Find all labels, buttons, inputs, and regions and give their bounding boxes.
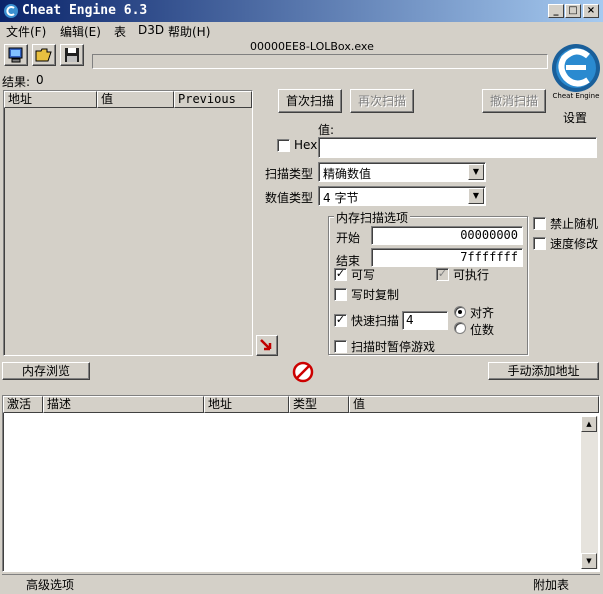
advanced-options-link[interactable]: 高级选项 <box>26 576 74 593</box>
speedhack-label: 速度修改 <box>550 237 599 251</box>
align-label: 对齐 <box>470 306 495 320</box>
column-address[interactable]: 地址 <box>4 91 97 108</box>
column-type[interactable]: 类型 <box>289 396 349 413</box>
writable-checkbox[interactable]: ✓ <box>334 268 347 281</box>
folder-open-icon <box>35 48 52 62</box>
scan-type-label: 扫描类型 <box>265 167 314 181</box>
save-button[interactable] <box>60 44 84 66</box>
logo-text: Cheat Engine <box>553 92 600 100</box>
memory-scan-options-title: 内存扫描选项 <box>334 209 411 226</box>
floppy-disk-icon <box>65 48 79 62</box>
close-button[interactable]: × <box>583 4 599 18</box>
computer-icon <box>8 47 23 63</box>
settings-label[interactable]: 设置 <box>563 109 587 126</box>
add-selected-to-list-button[interactable] <box>256 335 278 356</box>
first-scan-button[interactable]: 首次扫描 <box>278 89 342 113</box>
cheat-engine-logo[interactable]: Cheat Engine <box>550 38 602 104</box>
writable-label: 可写 <box>351 268 376 282</box>
chevron-down-icon[interactable]: ▼ <box>468 164 484 180</box>
hex-checkbox[interactable] <box>277 139 290 152</box>
vertical-scrollbar[interactable]: ▲ ▼ <box>581 416 598 569</box>
column-active[interactable]: 激活 <box>3 396 43 413</box>
results-count: 0 <box>36 73 44 87</box>
memory-view-button[interactable]: 内存浏览 <box>2 362 90 380</box>
menu-help[interactable]: 帮助(H) <box>168 23 210 40</box>
add-address-manually-button[interactable]: 手动添加地址 <box>488 362 599 380</box>
copy-on-write-checkbox[interactable] <box>334 288 347 301</box>
title-bar: Cheat Engine 6.3 _ □ × <box>0 0 603 22</box>
menu-d3d[interactable]: D3D <box>138 23 164 37</box>
disable-random-checkbox[interactable] <box>533 217 546 230</box>
clear-list-icon[interactable] <box>292 361 314 383</box>
process-name: 00000EE8-LOLBox.exe <box>250 40 374 53</box>
status-bar: 高级选项 附加表 <box>2 574 600 592</box>
open-file-button[interactable] <box>32 44 56 66</box>
scan-type-value: 精确数值 <box>323 167 372 181</box>
scroll-up-icon[interactable]: ▲ <box>581 416 597 432</box>
menu-bar: 文件(F) 编辑(E) 表 D3D 帮助(H) <box>0 22 603 40</box>
value-type-label: 数值类型 <box>265 191 314 205</box>
cheat-table-list[interactable]: 激活 描述 地址 类型 值 ▲ ▼ <box>2 395 600 572</box>
disable-random-label: 禁止随机 <box>550 217 599 231</box>
menu-file[interactable]: 文件(F) <box>6 23 46 40</box>
value-type-value: 4 字节 <box>323 191 359 205</box>
column-value[interactable]: 值 <box>97 91 174 108</box>
copy-on-write-label: 写时复制 <box>351 288 400 302</box>
menu-table[interactable]: 表 <box>114 23 126 40</box>
scan-type-select[interactable]: 精确数值 ▼ <box>318 162 486 182</box>
column-description[interactable]: 描述 <box>43 396 204 413</box>
chevron-down-icon[interactable]: ▼ <box>468 188 484 204</box>
column-address[interactable]: 地址 <box>204 396 289 413</box>
speedhack-checkbox[interactable] <box>533 237 546 250</box>
scan-progress-bar <box>92 54 548 69</box>
scroll-down-icon[interactable]: ▼ <box>581 553 597 569</box>
last-digits-radio[interactable] <box>454 322 466 334</box>
results-label: 结果: <box>2 75 31 89</box>
fast-scan-checkbox[interactable]: ✓ <box>334 314 347 327</box>
align-radio[interactable] <box>454 306 466 318</box>
stop-address-input[interactable]: 7fffffff <box>371 248 523 267</box>
executable-checkbox[interactable]: ✓ <box>436 268 449 281</box>
window-title: Cheat Engine 6.3 <box>22 3 148 18</box>
open-process-button[interactable] <box>4 44 28 66</box>
column-previous[interactable]: Previous <box>174 91 252 108</box>
executable-label: 可执行 <box>453 268 490 282</box>
value-label: 值: <box>318 123 335 137</box>
start-label: 开始 <box>336 231 361 245</box>
pause-game-checkbox[interactable] <box>334 340 347 353</box>
fast-scan-input[interactable]: 4 <box>402 311 448 330</box>
pause-game-label: 扫描时暂停游戏 <box>351 340 436 354</box>
next-scan-button[interactable]: 再次扫描 <box>350 89 414 113</box>
minimize-button[interactable]: _ <box>548 4 564 18</box>
table-extras-link[interactable]: 附加表 <box>533 576 569 593</box>
maximize-button[interactable]: □ <box>565 4 581 18</box>
app-icon <box>4 4 18 18</box>
fast-scan-label: 快速扫描 <box>351 314 400 328</box>
column-value[interactable]: 值 <box>349 396 599 413</box>
undo-scan-button[interactable]: 撤消扫描 <box>482 89 546 113</box>
last-digits-label: 位数 <box>470 323 495 337</box>
red-arrow-icon <box>260 339 272 351</box>
start-address-input[interactable]: 00000000 <box>371 226 523 245</box>
found-address-list[interactable]: 地址 值 Previous <box>3 90 253 356</box>
value-input[interactable] <box>318 137 597 158</box>
menu-edit[interactable]: 编辑(E) <box>60 23 101 40</box>
hex-label: Hex <box>294 138 318 152</box>
value-type-select[interactable]: 4 字节 ▼ <box>318 186 486 206</box>
